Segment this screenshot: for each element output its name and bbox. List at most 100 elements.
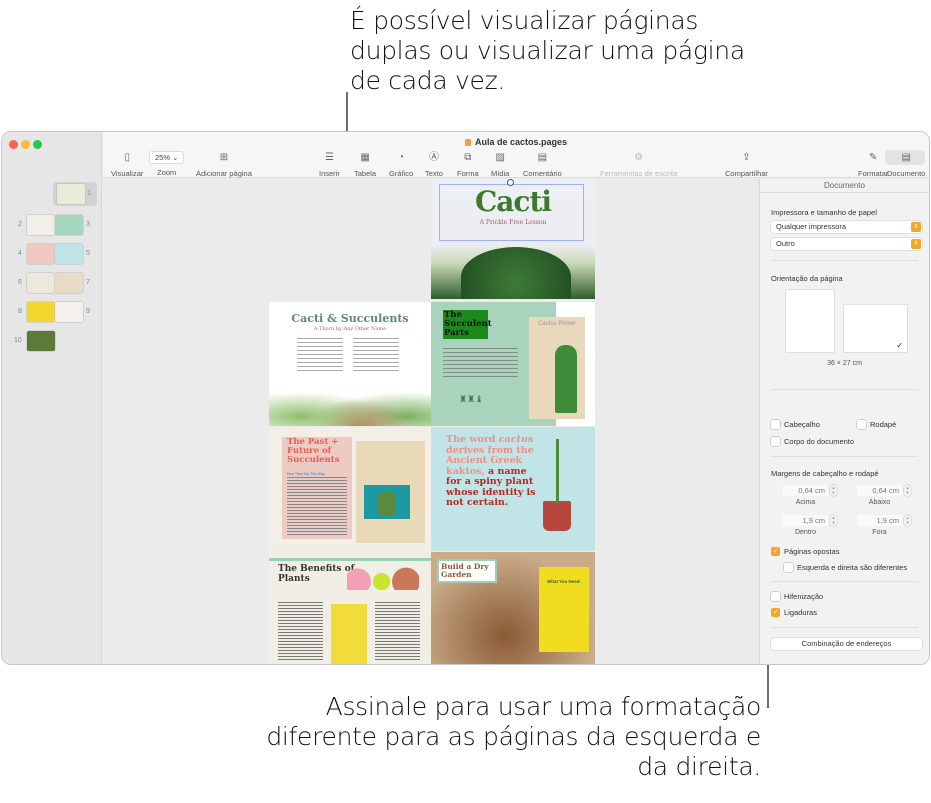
format-button[interactable]: ✎ Formatar	[858, 151, 888, 178]
stepper-arrows-icon[interactable]: ▲ ▼	[904, 515, 911, 526]
portrait-option[interactable]	[786, 290, 834, 352]
yellow-card: What You Need:	[539, 567, 589, 652]
paper-size-popup[interactable]: Outro ⇕	[771, 238, 922, 250]
zoom-control[interactable]: 25% ⌄ Zoom	[149, 151, 185, 177]
header-checkbox-row[interactable]: Cabeçalho	[771, 420, 820, 429]
zoom-button[interactable]	[33, 140, 42, 149]
cactus-card: Cactus Primer	[529, 317, 585, 419]
page-thumbnail-9[interactable]	[55, 302, 83, 322]
inside-margin-stepper[interactable]: 1,9 cm ▲ ▼ Dentro	[783, 515, 835, 536]
hyphenation-checkbox[interactable]	[771, 592, 780, 601]
zoom-popup[interactable]: 25% ⌄	[149, 151, 185, 164]
page-4[interactable]: The Past + Future of Succulents How They…	[269, 427, 431, 551]
table-button[interactable]: ▦ Tabela	[354, 151, 376, 178]
page-size-label: 36 × 27 cm	[827, 360, 862, 367]
succulents-image	[269, 378, 431, 426]
facing-pages-row[interactable]: ✓ Páginas opostas	[771, 547, 839, 556]
landscape-option[interactable]: ✓	[844, 305, 907, 352]
page-thumbnail-4[interactable]	[27, 244, 55, 264]
insert-button[interactable]: ☰ Inserir	[319, 151, 340, 178]
stripe	[269, 558, 431, 561]
page-3[interactable]: The Succulent Parts Cactus Primer ♜♜♝	[431, 302, 595, 426]
share-icon: ⇪	[742, 152, 751, 163]
close-button[interactable]	[9, 140, 18, 149]
insert-icon: ☰	[324, 152, 334, 163]
page-2-title: Cacti & Succulents	[291, 312, 409, 325]
media-icon: ▨	[495, 152, 505, 163]
bottom-margin-stepper[interactable]: 0,64 cm ▲ ▼ Abaixo	[857, 485, 909, 506]
mail-merge-button[interactable]: Combinação de endereços	[771, 638, 922, 650]
page-7-title: Build a Dry Garden	[437, 559, 497, 583]
minimize-button[interactable]	[21, 140, 30, 149]
page-1-cover[interactable]: Cacti A Prickle Free Lesson	[431, 179, 595, 299]
margins-section-title: Margens de cabeçalho e rodapé	[771, 469, 879, 478]
page-number: 3	[86, 221, 90, 228]
stepper-arrows-icon[interactable]: ▲ ▼	[904, 485, 911, 496]
stepper-arrows-icon[interactable]: ▲ ▼	[830, 515, 837, 526]
page-number: 9	[86, 308, 90, 315]
page-3-title: The Succulent Parts	[443, 310, 492, 339]
writing-tools-button[interactable]: ⚙ Ferramentas de escrita	[600, 151, 677, 178]
ligatures-row[interactable]: ✓ Ligaduras	[771, 608, 817, 617]
page-number: 1	[87, 190, 91, 197]
page-number: 2	[18, 221, 22, 228]
inspector-tab-document[interactable]: Documento	[760, 179, 929, 193]
page-thumbnail-6[interactable]	[27, 273, 55, 293]
text-button[interactable]: Ⓐ Texto	[425, 151, 443, 178]
page-thumbnail-8[interactable]	[27, 302, 55, 322]
left-right-different-checkbox[interactable]	[784, 563, 793, 572]
chart-icon: ◔	[398, 152, 405, 163]
selection-box[interactable]	[439, 184, 584, 241]
page-thumbnail-5[interactable]	[55, 244, 83, 264]
left-right-different-row[interactable]: Esquerda e direita são diferentes	[784, 563, 907, 572]
card-title: What You Need:	[546, 579, 582, 584]
page-thumbnail-10[interactable]	[27, 331, 55, 351]
hyphenation-row[interactable]: Hifenização	[771, 592, 823, 601]
comment-button[interactable]: ▤ Comentário	[523, 151, 562, 178]
comment-icon: ▤	[537, 152, 548, 163]
cactus-icons: ♜♜♝	[459, 394, 484, 404]
checkmark-icon: ✓	[896, 341, 903, 350]
popup-arrows-icon: ⇕	[911, 222, 921, 232]
page-thumbnail-7[interactable]	[55, 273, 83, 293]
footer-checkbox-row[interactable]: Rodapé	[857, 420, 896, 429]
body-checkbox-row[interactable]: Corpo do documento	[771, 437, 854, 446]
page-5[interactable]: The word cactus derives from the Ancient…	[431, 427, 595, 551]
chart-button[interactable]: ◔ Gráfico	[389, 151, 413, 178]
page-number: 6	[18, 279, 22, 286]
media-button[interactable]: ▨ Mídia	[491, 151, 509, 178]
page-7[interactable]: Build a Dry Garden What You Need:	[431, 552, 595, 664]
footer-checkbox[interactable]	[857, 420, 866, 429]
rotate-handle[interactable]	[507, 179, 514, 186]
outside-margin-stepper[interactable]: 1,9 cm ▲ ▼ Fora	[857, 515, 909, 536]
page-thumbnails-sidebar[interactable]: 1 2 3 4 5 6 7 8 9 10	[2, 132, 102, 664]
document-canvas[interactable]: Cacti A Prickle Free Lesson Cacti & Succ…	[103, 179, 759, 664]
share-button[interactable]: ⇪ Compartilhar	[725, 151, 768, 178]
page-6[interactable]: The Benefits of Plants	[269, 552, 431, 664]
page-thumbnail-3[interactable]	[55, 215, 83, 235]
facing-pages-checkbox[interactable]: ✓	[771, 547, 780, 556]
stepper-arrows-icon[interactable]: ▲ ▼	[830, 485, 837, 496]
sidebar-icon: ▯	[124, 152, 130, 163]
header-checkbox[interactable]	[771, 420, 780, 429]
body-checkbox[interactable]	[771, 437, 780, 446]
document-icon	[464, 139, 471, 146]
shape-button[interactable]: ⧉ Forma	[457, 151, 479, 178]
page-2-subtitle: A Thorn by Any Other Name	[313, 326, 387, 332]
cactus-image	[461, 247, 571, 299]
page-2[interactable]: Cacti & Succulents A Thorn by Any Other …	[269, 302, 431, 426]
card-title: Cactus Primer	[537, 321, 576, 327]
top-margin-stepper[interactable]: 0,64 cm ▲ ▼ Acima	[783, 485, 835, 506]
page-6-title: The Benefits of Plants	[278, 564, 355, 584]
ligatures-checkbox[interactable]: ✓	[771, 608, 780, 617]
view-button[interactable]: ▯ Visualizar	[111, 151, 143, 178]
page-thumbnail-1[interactable]	[57, 184, 85, 204]
potted-plants	[347, 562, 419, 590]
yellow-card	[331, 604, 367, 664]
printer-popup[interactable]: Qualquer impressora ⇕	[771, 221, 922, 233]
document-button[interactable]: ▤ Documento	[887, 151, 925, 178]
page-thumbnail-2[interactable]	[27, 215, 55, 235]
add-page-button[interactable]: ⊞ Adicionar página	[196, 151, 252, 178]
writing-tools-icon: ⚙	[634, 152, 644, 163]
page-number: 10	[14, 337, 22, 344]
